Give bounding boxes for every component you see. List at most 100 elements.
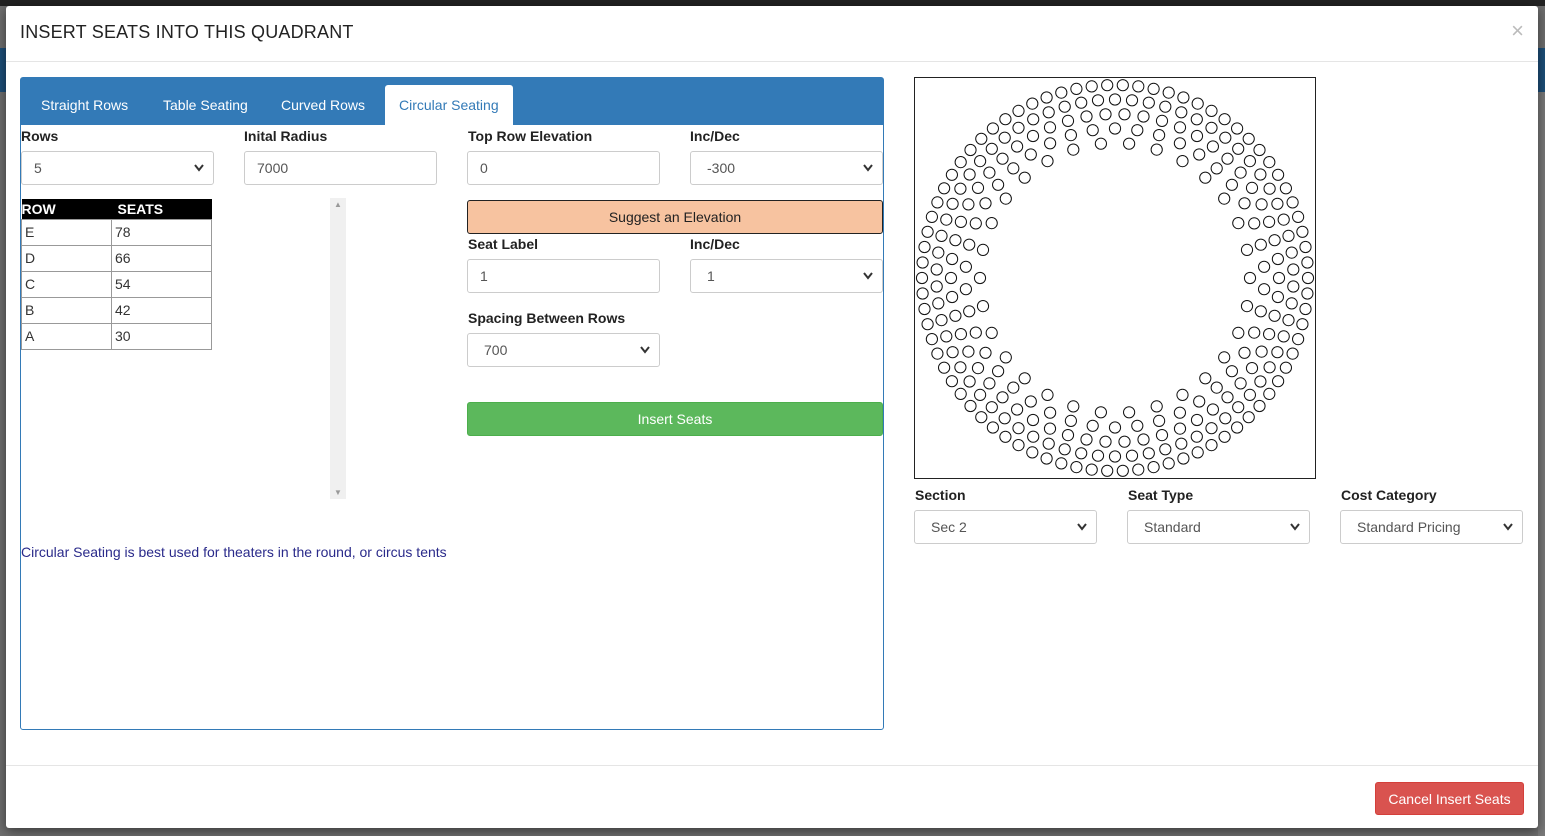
seat-B-13 [1064, 414, 1077, 427]
seat-D-53 [1159, 100, 1172, 113]
seat-type-select[interactable]: Standard [1127, 510, 1310, 544]
seat-E-69 [1242, 132, 1255, 145]
incdec-label-select[interactable]: 1 [690, 259, 883, 293]
circular-seating-note: Circular Seating is best used for theate… [21, 544, 447, 560]
row-label-cell[interactable]: C [21, 270, 112, 298]
seat-B-36 [1193, 148, 1206, 161]
table-scrollbar[interactable]: ▲ ▼ [330, 198, 346, 499]
seat-D-57 [1219, 131, 1232, 144]
seat-D-65 [1285, 246, 1298, 259]
seat-D-44 [1012, 121, 1025, 134]
seat-E-37 [921, 318, 934, 331]
scroll-up-icon[interactable]: ▲ [334, 200, 342, 209]
background-content [1538, 92, 1545, 836]
seat-C-14 [1118, 435, 1131, 448]
seats-cell[interactable]: 54 [111, 270, 212, 298]
seat-A-22 [1067, 143, 1080, 156]
seats-cell[interactable]: 78 [111, 218, 212, 246]
tab-circular-seating[interactable]: Circular Seating [385, 85, 513, 125]
seat-preview [914, 77, 1316, 479]
seat-A-21 [1041, 155, 1054, 168]
seat-B-38 [1225, 178, 1238, 191]
rows-select[interactable]: 5 [21, 151, 214, 185]
incdec-elevation-select[interactable]: -300 [690, 151, 883, 185]
seat-E-76 [1296, 225, 1309, 238]
chevron-down-icon [1502, 511, 1514, 543]
seat-E-64 [1177, 91, 1190, 104]
close-icon[interactable]: × [1511, 18, 1524, 44]
scroll-down-icon[interactable]: ▼ [334, 488, 342, 497]
seat-A-23 [1094, 137, 1107, 150]
seat-C-37 [1026, 129, 1040, 143]
seat-A-26 [1176, 155, 1189, 168]
insert-seats-button[interactable]: Insert Seats [467, 402, 883, 436]
tab-straight-rows[interactable]: Straight Rows [27, 85, 142, 125]
seat-E-6 [1286, 347, 1299, 360]
seat-E-10 [1253, 399, 1266, 413]
seat-E-22 [1085, 463, 1098, 476]
seat-D-62 [1271, 197, 1284, 210]
seat-D-27 [963, 375, 976, 388]
seat-A-19 [999, 192, 1012, 205]
seat-A-24 [1123, 137, 1136, 150]
cancel-insert-seats-button[interactable]: Cancel Insert Seats [1375, 782, 1524, 815]
seat-C-44 [1155, 114, 1169, 128]
seat-E-25 [1040, 452, 1053, 465]
seat-A-28 [1218, 192, 1231, 205]
row-label-cell[interactable]: E [21, 218, 112, 246]
row-label-cell[interactable]: B [21, 296, 112, 324]
seats-cell[interactable]: 42 [111, 296, 212, 324]
tab-curved-rows[interactable]: Curved Rows [267, 85, 379, 125]
seat-D-38 [946, 197, 959, 210]
seat-B-24 [969, 217, 982, 230]
cost-category-select[interactable]: Standard Pricing [1340, 510, 1523, 544]
seat-E-41 [916, 256, 929, 269]
table-row: E 78 [21, 218, 212, 246]
seat-E-58 [1085, 80, 1098, 93]
spacing-select[interactable]: 700 [467, 333, 660, 367]
seats-cell[interactable]: 30 [111, 322, 212, 350]
seat-C-34 [983, 166, 996, 179]
seat-E-56 [1055, 86, 1068, 99]
seat-E-31 [964, 399, 977, 413]
seat-E-51 [986, 122, 1000, 135]
seat-B-31 [1086, 124, 1099, 137]
seat-C-47 [1206, 140, 1219, 153]
seat-E-78 [1301, 256, 1314, 269]
seat-E-38 [918, 302, 931, 316]
section-select[interactable]: Sec 2 [914, 510, 1097, 544]
seat-E-36 [925, 333, 938, 346]
seat-E-7 [1279, 361, 1292, 374]
seat-C-16 [1080, 433, 1093, 446]
seat-C-1 [1272, 271, 1286, 285]
seat-C-25 [954, 328, 968, 341]
seat-A-2 [1240, 300, 1254, 313]
top-elevation-input[interactable]: 0 [467, 151, 660, 185]
seat-B-28 [1024, 148, 1037, 161]
seat-C-8 [1221, 391, 1234, 404]
seat-D-12 [1190, 430, 1203, 443]
seat-A-9 [1094, 406, 1107, 419]
tab-table-seating[interactable]: Table Seating [149, 85, 262, 125]
seat-E-74 [1286, 196, 1299, 209]
incdec-label-value: 1 [707, 268, 715, 284]
seat-C-54 [1271, 252, 1284, 266]
radius-input[interactable]: 7000 [244, 151, 437, 185]
row-label-cell[interactable]: A [21, 322, 112, 350]
table-row: D 66 [21, 244, 212, 272]
top-elevation-label: Top Row Elevation [468, 128, 593, 144]
seat-C-23 [971, 362, 985, 375]
seat-D-31 [935, 314, 948, 327]
seat-C-20 [1011, 403, 1024, 416]
seat-A-13 [999, 351, 1012, 364]
seat-C-7 [1234, 377, 1247, 390]
seat-type-label: Seat Type [1128, 487, 1194, 503]
seat-D-64 [1282, 229, 1295, 242]
seat-E-35 [931, 347, 944, 360]
row-label-cell[interactable]: D [21, 244, 112, 272]
seat-E-29 [986, 421, 1000, 434]
seat-E-12 [1231, 421, 1244, 434]
suggest-elevation-button[interactable]: Suggest an Elevation [467, 200, 883, 234]
seat-label-input[interactable]: 1 [467, 259, 660, 293]
seats-cell[interactable]: 66 [111, 244, 212, 272]
